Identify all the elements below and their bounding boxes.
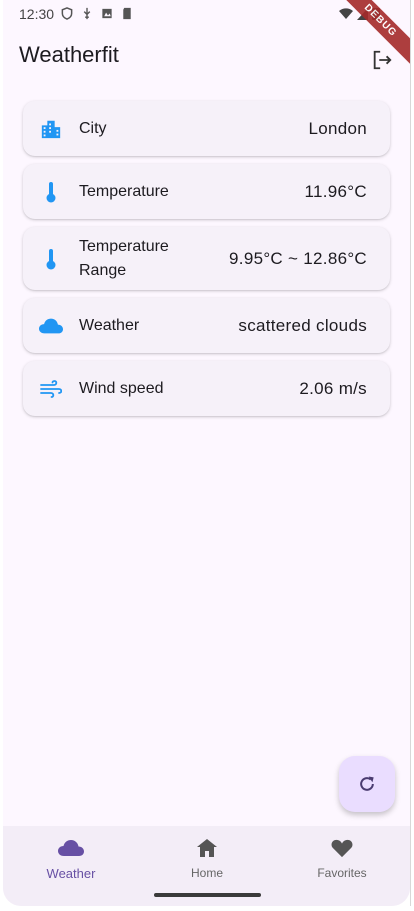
- usb-icon: [83, 7, 91, 20]
- shield-icon: [61, 7, 73, 20]
- app-screen: 12:30 DEBUG Weatherfit City London Tempe…: [3, 0, 410, 906]
- city-icon: [39, 117, 63, 141]
- status-time: 12:30: [19, 6, 55, 22]
- logout-icon: [373, 50, 392, 70]
- cloud-icon: [39, 314, 63, 338]
- weather-label: Weather: [79, 316, 140, 334]
- wifi-icon: [339, 7, 353, 19]
- nav-label-home: Home: [190, 866, 223, 880]
- nav-label-weather: Weather: [46, 866, 96, 881]
- weather-value: scattered clouds: [238, 315, 367, 335]
- photo-icon: [102, 8, 112, 19]
- wind-speed-card: Wind speed 2.06 m/s: [23, 361, 390, 416]
- status-notification-icons: [61, 7, 133, 20]
- nav-item-favorites[interactable]: Favorites: [282, 834, 402, 880]
- sdcard-icon: [123, 7, 131, 20]
- temperature-range-card: Temperature Range 9.95°C ~ 12.86°C: [23, 227, 390, 290]
- temperature-label: Temperature: [79, 182, 169, 200]
- cloud-icon: [58, 840, 84, 856]
- temperature-card: Temperature 11.96°C: [23, 164, 390, 219]
- refresh-icon: [360, 776, 374, 791]
- nav-label-favorites: Favorites: [317, 866, 367, 880]
- thermometer-icon: [39, 180, 63, 204]
- window-edge: [410, 0, 411, 906]
- city-label: City: [79, 119, 107, 137]
- city-value: London: [308, 118, 367, 138]
- weather-card: Weather scattered clouds: [23, 298, 390, 353]
- nav-item-weather[interactable]: Weather: [11, 834, 131, 881]
- app-title: Weatherfit: [19, 42, 119, 67]
- status-bar: 12:30 DEBUG: [3, 0, 410, 70]
- nav-item-home[interactable]: Home: [147, 834, 267, 880]
- app-bar: Weatherfit: [3, 30, 410, 86]
- wind-icon: [39, 377, 63, 401]
- thermometer-icon: [39, 247, 63, 271]
- logout-button[interactable]: [362, 40, 402, 80]
- gesture-handle: [154, 893, 261, 897]
- temperature-range-value: 9.95°C ~ 12.86°C: [229, 248, 367, 268]
- heart-icon: [331, 839, 353, 858]
- wind-speed-value: 2.06 m/s: [299, 378, 367, 398]
- temperature-value: 11.96°C: [304, 181, 367, 201]
- home-icon: [197, 839, 217, 857]
- city-card: City London: [23, 101, 390, 156]
- temperature-range-label: Temperature Range: [79, 237, 169, 279]
- refresh-button[interactable]: [339, 756, 395, 812]
- wind-speed-label: Wind speed: [79, 379, 164, 397]
- weather-info-list: City London Temperature 11.96°C Temperat…: [23, 101, 390, 424]
